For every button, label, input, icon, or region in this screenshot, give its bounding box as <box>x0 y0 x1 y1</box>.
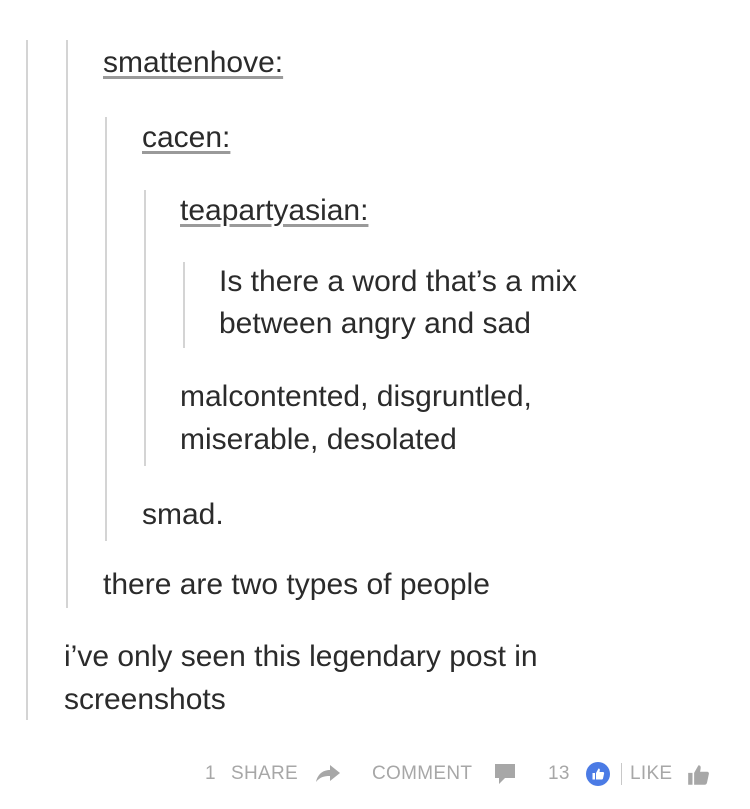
quote-bar-level-3 <box>105 117 107 541</box>
quote-bar-level-5 <box>183 262 185 348</box>
final-comment-line-1: i’ve only seen this legendary post in <box>64 640 538 673</box>
share-label[interactable]: SHARE <box>231 762 298 786</box>
quote-bar-level-4 <box>144 190 146 466</box>
teapartyasian-reply-line-2: miserable, desolated <box>180 423 457 456</box>
username-cacen[interactable]: cacen: <box>142 117 230 158</box>
reblog-post: smattenhove: cacen: teapartyasian: Is th… <box>0 0 750 740</box>
quote-bar-level-2 <box>66 40 68 608</box>
thumbs-up-badge-icon <box>586 762 610 786</box>
share-count: 1 <box>205 763 216 784</box>
footer-divider <box>621 763 622 785</box>
quote-bar-level-1 <box>26 40 28 720</box>
like-count: 13 <box>548 763 570 784</box>
teapartyasian-reply-line-1: malcontented, disgruntled, <box>180 380 532 413</box>
comment-bubble-icon[interactable] <box>493 762 517 786</box>
original-post-text-line-2: between angry and sad <box>219 307 531 340</box>
final-comment-line-2: screenshots <box>64 683 226 716</box>
post-action-bar: 1 SHARE COMMENT 13 LIKE <box>0 745 750 805</box>
cacen-reply: smad. <box>142 498 224 531</box>
original-post-text-line-1: Is there a word that’s a mix <box>219 265 577 298</box>
smattenhove-reply: there are two types of people <box>103 568 490 601</box>
thumbs-up-icon[interactable] <box>686 762 712 788</box>
username-teapartyasian[interactable]: teapartyasian: <box>180 190 368 231</box>
comment-button[interactable]: COMMENT <box>372 762 472 786</box>
like-button[interactable]: LIKE <box>630 762 672 786</box>
share-arrow-icon[interactable] <box>314 762 342 786</box>
username-smattenhove[interactable]: smattenhove: <box>103 42 283 83</box>
